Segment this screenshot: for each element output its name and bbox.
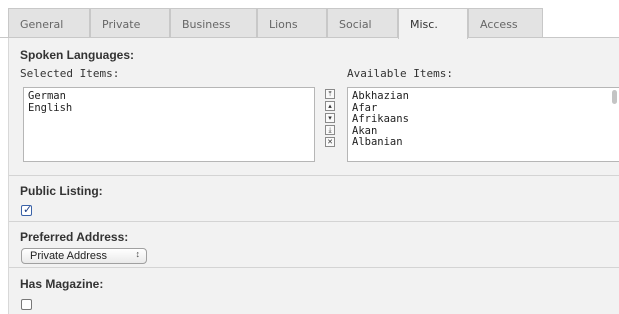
tab-private[interactable]: Private: [90, 8, 170, 38]
list-item[interactable]: Albanian: [348, 136, 619, 149]
tab-business[interactable]: Business: [170, 8, 257, 38]
has-magazine-section: Has Magazine:: [9, 268, 619, 314]
available-items-label: Available Items:: [347, 67, 453, 80]
move-bottom-button[interactable]: ⤓: [325, 125, 335, 135]
move-top-button[interactable]: ⤒: [325, 89, 335, 99]
available-languages-list[interactable]: Abkhazian Afar Afrikaans Akan Albanian: [347, 87, 619, 162]
move-up-button[interactable]: ▴: [325, 101, 335, 111]
list-item[interactable]: Afrikaans: [348, 113, 619, 126]
tab-social[interactable]: Social: [327, 8, 398, 38]
tab-bar: General Private Business Lions Social Mi…: [0, 0, 619, 39]
list-item[interactable]: Abkhazian: [348, 90, 619, 103]
checkmark-icon: ✓: [23, 203, 33, 216]
spoken-languages-title: Spoken Languages:: [20, 48, 135, 62]
remove-button[interactable]: ✕: [325, 137, 335, 147]
available-list-scrollbar[interactable]: [612, 90, 617, 104]
tab-lions[interactable]: Lions: [257, 8, 327, 38]
misc-panel: Spoken Languages: Selected Items: Availa…: [8, 38, 619, 314]
spoken-languages-section: Spoken Languages: Selected Items: Availa…: [9, 38, 619, 176]
has-magazine-title: Has Magazine:: [20, 277, 104, 291]
preferred-address-title: Preferred Address:: [20, 230, 129, 244]
select-arrows-icon: ↕: [135, 249, 141, 259]
list-item[interactable]: English: [24, 102, 314, 115]
public-listing-checkbox[interactable]: ✓: [21, 203, 33, 216]
move-down-button[interactable]: ▾: [325, 113, 335, 123]
tab-general[interactable]: General: [8, 8, 90, 38]
selected-languages-list[interactable]: German English: [23, 87, 315, 162]
tab-access[interactable]: Access: [468, 8, 543, 38]
preferred-address-value: Private Address: [30, 250, 108, 262]
tab-misc[interactable]: Misc.: [398, 8, 468, 39]
selected-items-label: Selected Items:: [20, 67, 120, 80]
list-item[interactable]: German: [24, 90, 314, 103]
preferred-address-select[interactable]: Private Address ↕: [21, 248, 147, 264]
public-listing-section: Public Listing: ✓: [9, 176, 619, 222]
public-listing-title: Public Listing:: [20, 184, 103, 198]
has-magazine-checkbox[interactable]: [21, 299, 32, 310]
